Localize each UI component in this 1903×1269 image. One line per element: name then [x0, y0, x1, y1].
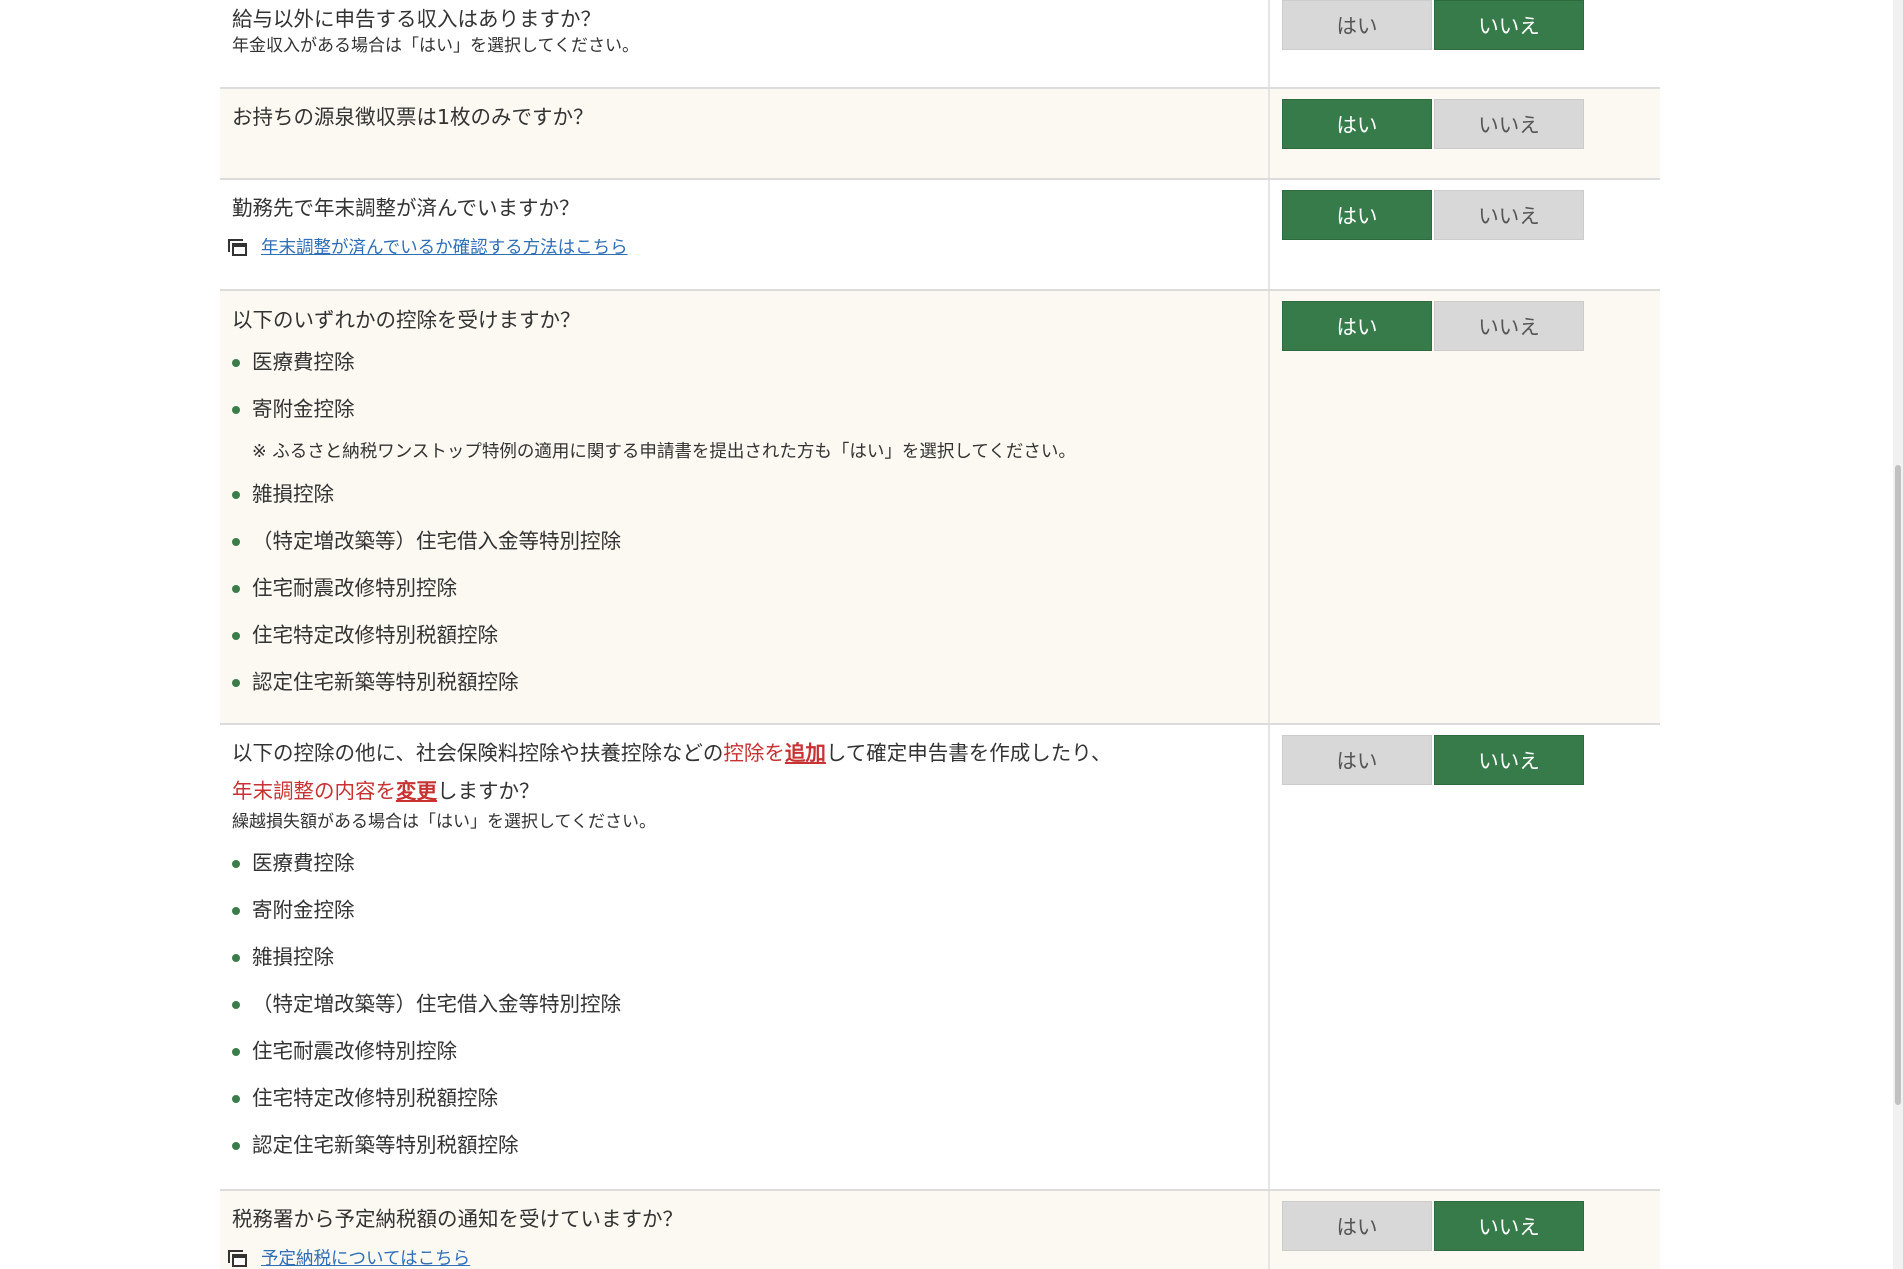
question-row-year-end-adjustment: 勤務先で年末調整が済んでいますか？ 年末調整が済んでいるか確認する方法はこちら … — [220, 180, 1660, 291]
new-window-icon — [228, 238, 247, 256]
list-item: 認定住宅新築等特別税額控除 — [232, 1122, 1256, 1169]
list-item: 雑損控除 — [232, 934, 1256, 981]
list-item: （特定増改築等）住宅借入金等特別控除 — [232, 981, 1256, 1028]
question-row-other-income: 給与以外に申告する収入はありますか？ 年金収入がある場合は「はい」を選択してくだ… — [220, 0, 1660, 89]
yes-no-toggle: はい いいえ — [1282, 99, 1660, 149]
vertical-scrollbar[interactable] — [1893, 0, 1903, 1269]
new-window-icon — [228, 1249, 247, 1267]
no-button[interactable]: いいえ — [1434, 735, 1584, 785]
question-cell: 以下のいずれかの控除を受けますか？ 医療費控除 寄附金控除 ※ ふるさと納税ワン… — [220, 291, 1270, 723]
list-item: 認定住宅新築等特別税額控除 — [232, 659, 1256, 706]
yes-button[interactable]: はい — [1282, 301, 1432, 351]
question-text: 勤務先で年末調整が済んでいますか？ — [232, 196, 580, 220]
question-row-deductions: 以下のいずれかの控除を受けますか？ 医療費控除 寄附金控除 ※ ふるさと納税ワン… — [220, 291, 1660, 725]
answer-cell: はい いいえ — [1270, 291, 1660, 723]
yes-button[interactable]: はい — [1282, 735, 1432, 785]
yes-no-toggle: はい いいえ — [1282, 190, 1660, 240]
no-button[interactable]: いいえ — [1434, 99, 1584, 149]
list-item: 雑損控除 — [232, 471, 1256, 518]
question-row-add-deductions: 以下の控除の他に、社会保険料控除や扶養控除などの控除を追加して確定申告書を作成し… — [220, 725, 1660, 1191]
list-item: 医療費控除 — [232, 339, 1256, 386]
answer-cell: はい いいえ — [1270, 89, 1660, 178]
estimated-tax-help-link[interactable]: 予定納税についてはこちら — [261, 1245, 470, 1269]
highlight-text: 控除を — [723, 741, 785, 765]
highlight-text: 年末調整の内容を — [232, 779, 396, 803]
list-item: 住宅耐震改修特別控除 — [232, 1028, 1256, 1075]
question-row-single-withholding-slip: お持ちの源泉徴収票は1枚のみですか？ はい いいえ — [220, 89, 1660, 180]
list-item: 医療費控除 — [232, 840, 1256, 887]
year-end-adjustment-help-link[interactable]: 年末調整が済んでいるか確認する方法はこちら — [261, 234, 628, 259]
no-button[interactable]: いいえ — [1434, 0, 1584, 50]
no-button[interactable]: いいえ — [1434, 301, 1584, 351]
yes-no-toggle: はい いいえ — [1282, 735, 1660, 785]
yes-button[interactable]: はい — [1282, 190, 1432, 240]
yes-button[interactable]: はい — [1282, 0, 1432, 50]
question-text-part: しますか？ — [437, 779, 540, 803]
answer-cell: はい いいえ — [1270, 1191, 1660, 1269]
question-note: 年金収入がある場合は「はい」を選択してください。 — [232, 36, 639, 56]
no-button[interactable]: いいえ — [1434, 1201, 1584, 1251]
yes-button[interactable]: はい — [1282, 1201, 1432, 1251]
yes-no-toggle: はい いいえ — [1282, 1201, 1660, 1251]
deduction-list: 医療費控除 寄附金控除 ※ ふるさと納税ワンストップ特例の適用に関する申請書を提… — [232, 339, 1256, 706]
question-text-line1: 以下の控除の他に、社会保険料控除や扶養控除などの控除を追加して確定申告書を作成し… — [232, 734, 1256, 772]
help-link-row: 予定納税についてはこちら — [228, 1242, 1256, 1269]
answer-cell: はい いいえ — [1270, 725, 1660, 1189]
emphasis-text-add: 追加 — [784, 741, 826, 765]
answer-cell: はい いいえ — [1270, 0, 1660, 87]
list-item: 住宅耐震改修特別控除 — [232, 565, 1256, 612]
no-button[interactable]: いいえ — [1434, 190, 1584, 240]
question-text-part: 以下の控除の他に、社会保険料控除や扶養控除などの — [232, 741, 724, 765]
yes-no-toggle: はい いいえ — [1282, 0, 1660, 50]
question-text: 給与以外に申告する収入はありますか？ — [232, 7, 601, 31]
list-item: 住宅特定改修特別税額控除 — [232, 612, 1256, 659]
page: 給与以外に申告する収入はありますか？ 年金収入がある場合は「はい」を選択してくだ… — [0, 0, 1903, 1269]
questionnaire-table: 給与以外に申告する収入はありますか？ 年金収入がある場合は「はい」を選択してくだ… — [220, 0, 1660, 1269]
answer-cell: はい いいえ — [1270, 180, 1660, 289]
question-text: 税務署から予定納税額の通知を受けていますか？ — [232, 1207, 683, 1231]
furusato-note: ※ ふるさと納税ワンストップ特例の適用に関する申請書を提出された方も「はい」を選… — [252, 442, 1076, 462]
question-text-part: して確定申告書を作成したり、 — [825, 741, 1112, 765]
yes-button[interactable]: はい — [1282, 99, 1432, 149]
scrollbar-thumb[interactable] — [1895, 465, 1901, 1105]
question-cell: お持ちの源泉徴収票は1枚のみですか？ — [220, 89, 1270, 178]
question-note: 繰越損失額がある場合は「はい」を選択してください。 — [232, 812, 656, 832]
list-item: 住宅特定改修特別税額控除 — [232, 1075, 1256, 1122]
question-text: お持ちの源泉徴収票は1枚のみですか？ — [232, 105, 594, 129]
question-text: 以下のいずれかの控除を受けますか？ — [232, 308, 581, 332]
list-item: 寄附金控除 — [232, 386, 1256, 433]
yes-no-toggle: はい いいえ — [1282, 301, 1660, 351]
emphasis-text-change: 変更 — [396, 779, 437, 803]
help-link-row: 年末調整が済んでいるか確認する方法はこちら — [228, 231, 1256, 261]
list-item: （特定増改築等）住宅借入金等特別控除 — [232, 518, 1256, 565]
question-cell: 税務署から予定納税額の通知を受けていますか？ 予定納税についてはこちら — [220, 1191, 1270, 1269]
question-row-estimated-tax: 税務署から予定納税額の通知を受けていますか？ 予定納税についてはこちら はい い… — [220, 1191, 1660, 1269]
deduction-list: 医療費控除 寄附金控除 雑損控除 （特定増改築等）住宅借入金等特別控除 住宅耐震… — [232, 840, 1256, 1169]
list-item: 寄附金控除 — [232, 887, 1256, 934]
question-text-line2: 年末調整の内容を変更しますか？ — [232, 772, 1256, 810]
question-cell: 以下の控除の他に、社会保険料控除や扶養控除などの控除を追加して確定申告書を作成し… — [220, 725, 1270, 1189]
question-cell: 給与以外に申告する収入はありますか？ 年金収入がある場合は「はい」を選択してくだ… — [220, 0, 1270, 87]
question-cell: 勤務先で年末調整が済んでいますか？ 年末調整が済んでいるか確認する方法はこちら — [220, 180, 1270, 289]
